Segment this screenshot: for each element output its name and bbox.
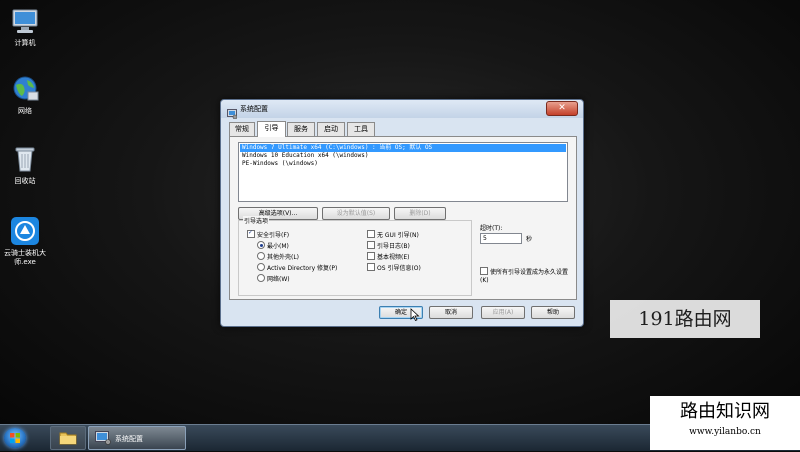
radio-icon bbox=[257, 263, 265, 271]
checkbox-icon bbox=[367, 230, 375, 238]
minimal-label: 最小(M) bbox=[267, 243, 289, 250]
watermark-title: 路由知识网 bbox=[680, 401, 770, 422]
cancel-button[interactable]: 取消 bbox=[429, 306, 473, 319]
boot-options-title: 引导选项 bbox=[243, 216, 270, 225]
watermark-191-router: 191路由网 bbox=[610, 300, 760, 338]
set-default-button[interactable]: 设为默认值(S) bbox=[322, 207, 390, 220]
boot-log-checkbox[interactable]: 引导日志(B) bbox=[367, 241, 410, 251]
os-list-item[interactable]: PE-Windows (\windows) bbox=[240, 160, 566, 168]
tab-services[interactable]: 服务 bbox=[287, 122, 315, 136]
safe-boot-label: 安全引导(F) bbox=[257, 232, 290, 239]
ad-repair-label: Active Directory 修复(P) bbox=[267, 265, 338, 272]
make-permanent-checkbox[interactable]: 使所有引导设置成为永久设置(K) bbox=[480, 267, 572, 285]
checkbox-checked-icon bbox=[247, 229, 255, 238]
base-video-label: 基本视频(E) bbox=[377, 254, 410, 261]
tab-boot[interactable]: 引导 bbox=[257, 121, 286, 137]
base-video-checkbox[interactable]: 基本视频(E) bbox=[367, 252, 409, 262]
taskbar-system-config-label: 系统配置 bbox=[115, 435, 143, 443]
watermark-url: www.yilanbo.cn bbox=[689, 427, 761, 437]
delete-button[interactable]: 删除(D) bbox=[394, 207, 446, 220]
minimal-radio[interactable]: 最小(M) bbox=[257, 241, 289, 251]
tab-general[interactable]: 常规 bbox=[229, 122, 255, 136]
dialog-titlebar[interactable]: 系统配置 ✕ bbox=[221, 100, 583, 120]
desktop-icon-recycle-bin[interactable]: 回收站 bbox=[0, 144, 50, 186]
timeout-label: 超时(T): bbox=[480, 225, 503, 232]
checkbox-icon bbox=[367, 252, 375, 260]
apply-button[interactable]: 应用(A) bbox=[481, 306, 525, 319]
safe-boot-checkbox[interactable]: 安全引导(F) bbox=[247, 229, 290, 240]
alternate-shell-radio[interactable]: 其他外壳(L) bbox=[257, 252, 299, 262]
radio-selected-icon bbox=[257, 241, 265, 249]
network-radio[interactable]: 网络(W) bbox=[257, 274, 290, 284]
desktop-icon-label: 网络 bbox=[18, 107, 32, 115]
alternate-shell-label: 其他外壳(L) bbox=[267, 254, 300, 261]
timeout-unit: 秒 bbox=[526, 236, 533, 243]
boot-tab-panel: Windows 7 Ultimate x64 (C:\windows) : 当前… bbox=[229, 136, 577, 300]
no-gui-checkbox[interactable]: 无 GUI 引导(N) bbox=[367, 230, 419, 240]
os-list-item[interactable]: Windows 7 Ultimate x64 (C:\windows) : 当前… bbox=[240, 144, 566, 152]
checkbox-icon bbox=[367, 263, 375, 271]
checkbox-icon bbox=[480, 267, 488, 275]
computer-icon bbox=[10, 6, 40, 36]
start-button[interactable] bbox=[4, 428, 26, 448]
tab-tools[interactable]: 工具 bbox=[347, 122, 375, 136]
explorer-folder-icon bbox=[59, 432, 77, 445]
taskbar-system-config-button[interactable]: 系统配置 bbox=[88, 426, 186, 450]
mouse-cursor-icon bbox=[410, 308, 420, 321]
help-button[interactable]: 帮助 bbox=[531, 306, 575, 319]
no-gui-label: 无 GUI 引导(N) bbox=[377, 232, 419, 239]
checkbox-icon bbox=[367, 241, 375, 249]
make-permanent-label: 使所有引导设置成为永久设置(K) bbox=[480, 269, 569, 284]
close-button[interactable]: ✕ bbox=[546, 101, 578, 116]
desktop-icon-network[interactable]: 网络 bbox=[0, 74, 50, 116]
os-list[interactable]: Windows 7 Ultimate x64 (C:\windows) : 当前… bbox=[238, 142, 568, 202]
boot-log-label: 引导日志(B) bbox=[377, 243, 410, 250]
os-info-label: OS 引导信息(O) bbox=[377, 265, 421, 272]
boot-options-group: 引导选项 安全引导(F) 最小(M) 其他外壳(L) Active Direct… bbox=[238, 216, 472, 296]
network-globe-icon bbox=[10, 74, 40, 104]
desktop-icon-label: 回收站 bbox=[14, 177, 36, 185]
windows-orb-icon bbox=[10, 433, 20, 443]
desktop-icon-label: 云骑士装机大师.exe bbox=[4, 249, 46, 266]
desktop-icon-yunqishi[interactable]: 云骑士装机大师.exe bbox=[0, 216, 50, 267]
tab-startup[interactable]: 启动 bbox=[317, 122, 345, 136]
recycle-bin-icon bbox=[10, 144, 40, 174]
system-config-dialog: 系统配置 ✕ 常规 引导 服务 启动 工具 Windows 7 Ultimate… bbox=[220, 99, 584, 327]
ad-repair-radio[interactable]: Active Directory 修复(P) bbox=[257, 263, 337, 273]
os-list-item[interactable]: Windows 10 Education x64 (\windows) bbox=[240, 152, 566, 160]
timeout-input[interactable]: 5 bbox=[480, 233, 522, 244]
desktop: 计算机 网络 回收站 云骑士装机大师.exe 191路由网 系统配置 ✕ 常规 … bbox=[0, 0, 800, 424]
yunqishi-app-icon bbox=[10, 216, 40, 246]
radio-icon bbox=[257, 274, 265, 282]
taskbar-explorer-button[interactable] bbox=[50, 426, 86, 450]
desktop-icon-label: 计算机 bbox=[14, 39, 36, 47]
desktop-icon-computer[interactable]: 计算机 bbox=[0, 6, 50, 48]
network-label: 网络(W) bbox=[267, 276, 290, 283]
close-icon: ✕ bbox=[558, 103, 566, 113]
msconfig-icon bbox=[227, 104, 238, 120]
watermark-router-knowledge: 路由知识网 www.yilanbo.cn bbox=[650, 396, 800, 450]
os-info-checkbox[interactable]: OS 引导信息(O) bbox=[367, 263, 421, 273]
dialog-title: 系统配置 bbox=[240, 105, 268, 113]
radio-icon bbox=[257, 252, 265, 260]
msconfig-icon bbox=[95, 431, 111, 445]
